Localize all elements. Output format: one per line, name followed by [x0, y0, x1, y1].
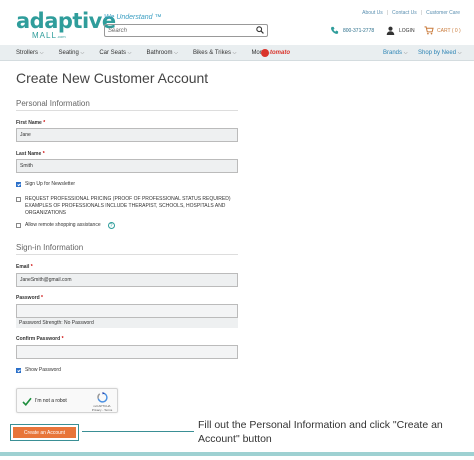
logo-word: adaptive: [16, 9, 116, 33]
page-title: Create New Customer Account: [16, 70, 209, 86]
remote-assist-checkbox[interactable]: [16, 223, 21, 228]
create-account-highlight: Create an Account: [10, 424, 79, 441]
callout-line: [82, 431, 194, 432]
search-icon[interactable]: [256, 26, 264, 34]
nav-item-strollers[interactable]: Strollers ⌵: [16, 50, 43, 56]
show-password-label: Show Password: [25, 367, 61, 373]
nav-item-bathroom[interactable]: Bathroom ⌵: [146, 50, 177, 56]
recaptcha-label: I'm not a robot: [35, 398, 67, 404]
show-password-checkbox[interactable]: [16, 368, 21, 373]
divider: [16, 254, 238, 255]
chevron-down-icon: ⌵: [232, 49, 237, 56]
password-strength: Password Strength: No Password: [16, 318, 238, 328]
recaptcha-widget: I'm not a robot reCAPTCHA Privacy - Term…: [16, 388, 118, 413]
first-name-label: First Name *: [16, 120, 46, 126]
brand-badge-text: tomato: [270, 49, 290, 56]
show-password-option: Show Password: [16, 367, 61, 373]
confirm-password-label: Confirm Password *: [16, 336, 64, 342]
create-account-button[interactable]: Create an Account: [13, 427, 76, 438]
nav-shop-by-need[interactable]: Shop by Need ⌵: [418, 50, 462, 56]
chevron-down-icon: ⌵: [457, 50, 462, 56]
tagline: We Understand ™: [104, 14, 162, 21]
recaptcha-links[interactable]: Privacy - Terms: [91, 408, 113, 412]
first-name-field[interactable]: Jane: [16, 128, 238, 142]
nav-item-bikes-trikes[interactable]: Bikes & Trikes ⌵: [193, 50, 236, 56]
search-placeholder: Search: [108, 27, 128, 34]
about-us-link[interactable]: About Us: [362, 10, 383, 16]
chevron-down-icon: ⌵: [39, 49, 44, 56]
chevron-down-icon: ⌵: [127, 49, 132, 56]
instruction-callout: Fill out the Personal Information and cl…: [198, 419, 443, 445]
recaptcha-icon: [96, 392, 108, 403]
remote-assist-label: Allow remote shopping assistance: [25, 222, 101, 228]
divider: [16, 110, 238, 111]
cart-label: CART ( 0 ): [437, 27, 461, 34]
chevron-down-icon: ⌵: [174, 49, 178, 56]
phone-icon: [330, 26, 339, 34]
customer-care-link[interactable]: Customer Care: [426, 10, 460, 16]
password-field[interactable]: [16, 304, 238, 318]
cart-icon: [424, 26, 434, 35]
professional-checkbox[interactable]: [16, 197, 21, 202]
last-name-label: Last Name *: [16, 151, 45, 157]
confirm-password-field[interactable]: [16, 345, 238, 359]
help-icon[interactable]: ?: [107, 222, 115, 229]
checkmark-icon: [22, 397, 32, 406]
user-icon: [386, 26, 395, 35]
password-label: Password *: [16, 295, 43, 301]
divider: |: [420, 10, 423, 16]
last-name-field[interactable]: Smith: [16, 159, 238, 173]
chevron-down-icon: ⌵: [403, 50, 408, 56]
phone-link[interactable]: 800-371-2778: [330, 26, 374, 35]
login-label: LOGIN: [399, 27, 415, 34]
professional-option: REQUEST PROFESSIONAL PRICING (PROOF OF P…: [16, 196, 238, 217]
phone-number: 800-371-2778: [343, 27, 375, 34]
newsletter-checkbox[interactable]: [16, 182, 21, 187]
recaptcha-logo: reCAPTCHA Privacy - Terms: [91, 392, 113, 412]
email-label: Email *: [16, 264, 33, 270]
chevron-down-icon: ⌵: [80, 49, 85, 56]
special-tomato-logo[interactable]: tomato: [261, 47, 295, 58]
newsletter-option: Sign Up for Newsletter: [16, 181, 75, 187]
nav-item-car-seats[interactable]: Car Seats ⌵: [99, 50, 131, 56]
tomato-icon: [261, 48, 269, 57]
nav-brands[interactable]: Brands ⌵: [383, 50, 407, 56]
login-link[interactable]: LOGIN: [386, 26, 415, 35]
top-links: About Us | Contact Us | Customer Care: [362, 10, 460, 16]
signin-info-heading: Sign-in Information: [16, 243, 84, 252]
divider: |: [386, 10, 389, 16]
contact-us-link[interactable]: Contact Us: [392, 10, 417, 16]
personal-info-heading: Personal Information: [16, 99, 90, 108]
recaptcha-checkbox[interactable]: [22, 396, 32, 406]
search-input[interactable]: Search: [104, 24, 268, 37]
email-field[interactable]: JaneSmith@gmail.com: [16, 273, 238, 287]
remote-assist-option: Allow remote shopping assistance ?: [16, 222, 115, 229]
cart-link[interactable]: CART ( 0 ): [424, 26, 461, 35]
site-logo[interactable]: adaptive MALL.com: [16, 9, 116, 41]
footer-band: [0, 452, 474, 456]
newsletter-label: Sign Up for Newsletter: [25, 181, 76, 187]
nav-item-seating[interactable]: Seating ⌵: [58, 50, 84, 56]
professional-label: REQUEST PROFESSIONAL PRICING (PROOF OF P…: [25, 196, 231, 216]
